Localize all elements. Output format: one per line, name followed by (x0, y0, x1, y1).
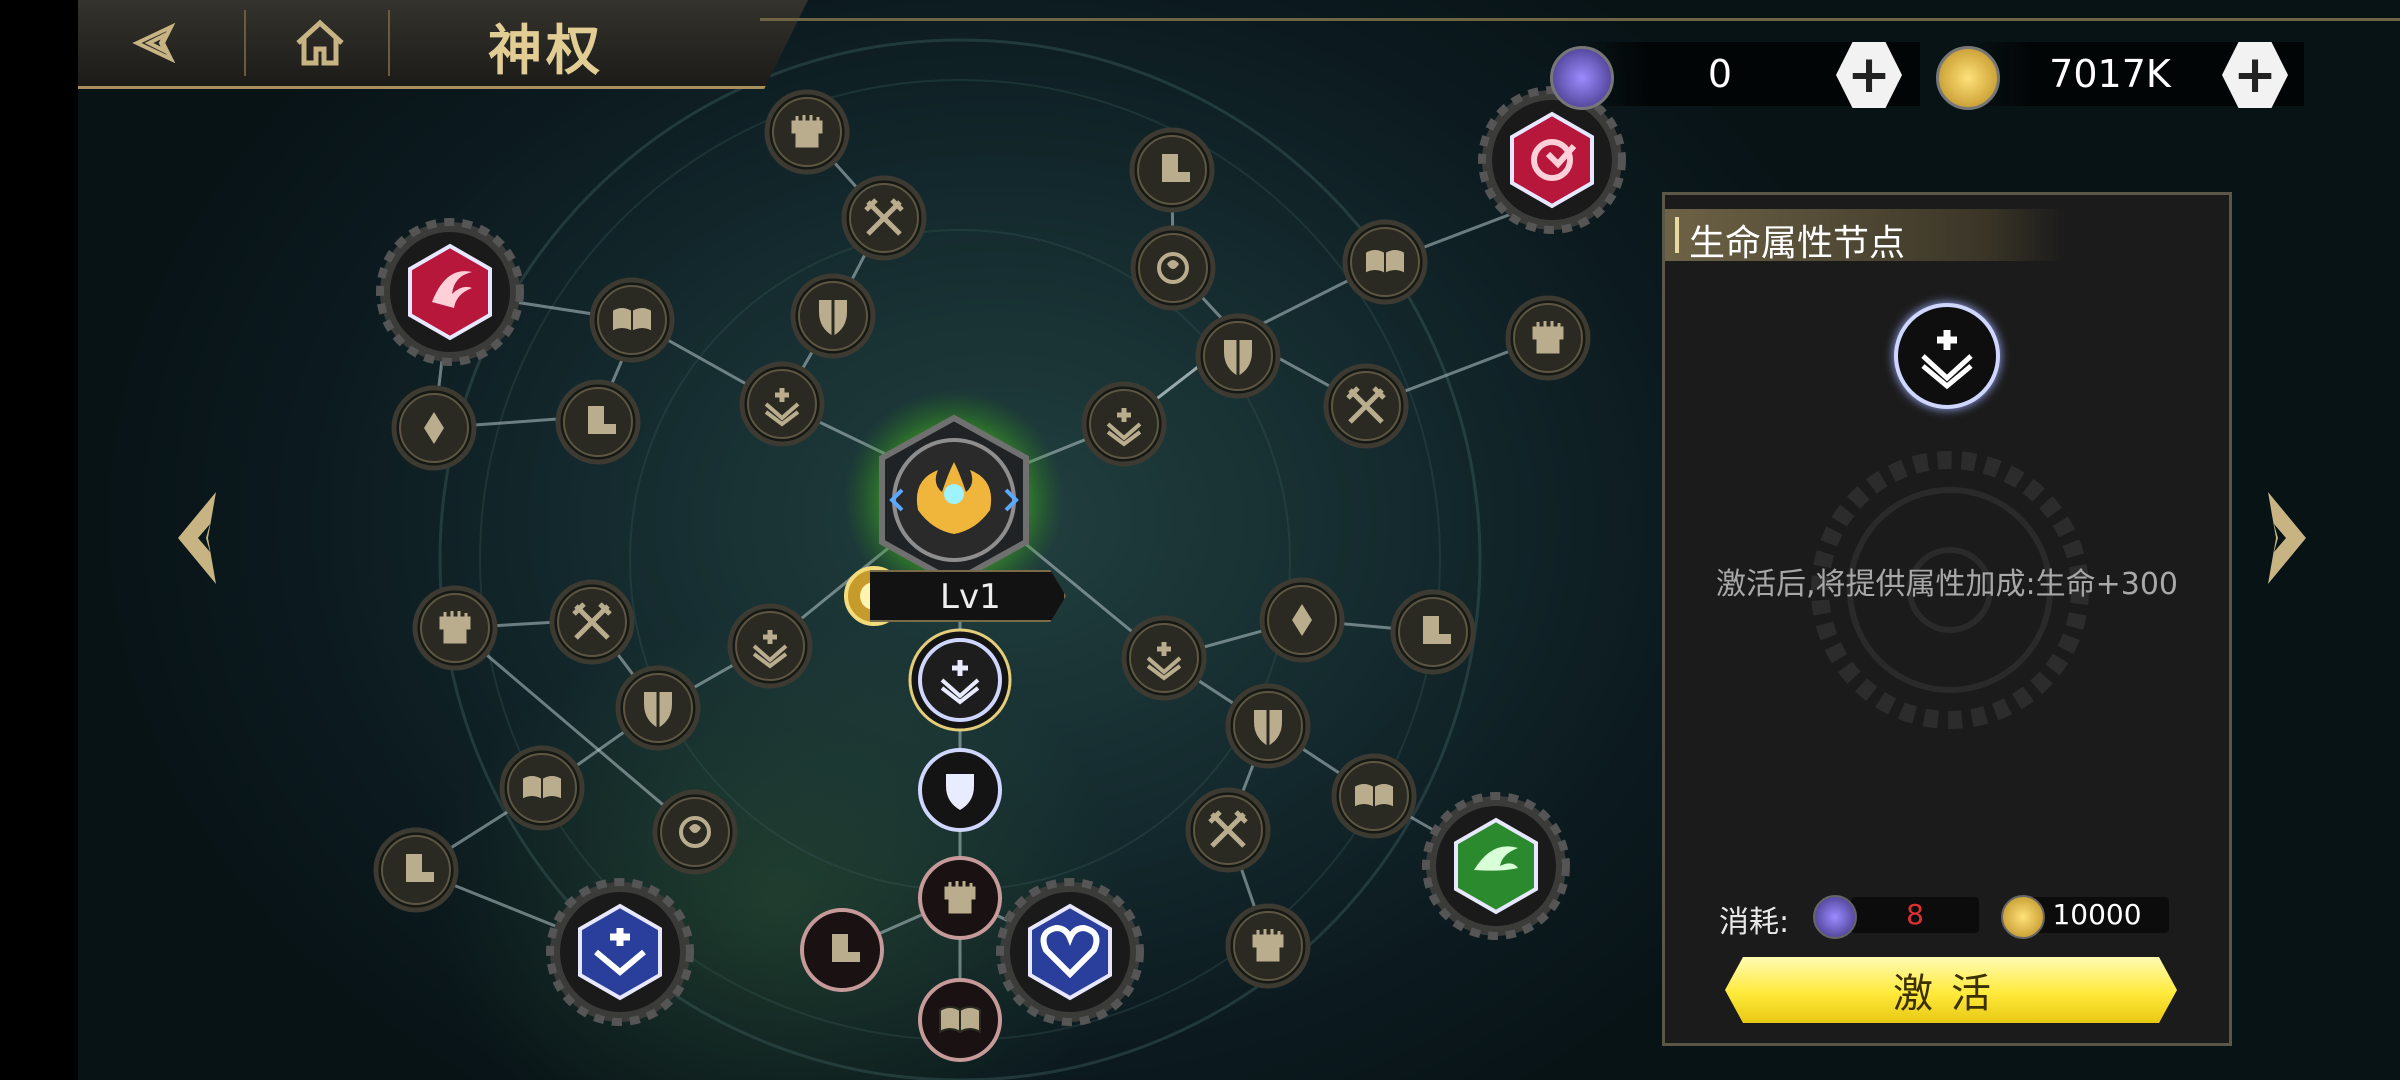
node-diamond (1262, 580, 1342, 660)
node-shield (1198, 316, 1278, 396)
top-divider (760, 18, 2400, 21)
node-fist (415, 588, 495, 668)
node-fist-active (918, 856, 1002, 940)
node-shield (1228, 686, 1308, 766)
node-swords (552, 582, 632, 662)
node-boot (1132, 130, 1212, 210)
node-fist (1228, 906, 1308, 986)
node-plus-selected (908, 628, 1012, 732)
panel-title: 生命属性节点 (1689, 223, 1906, 264)
node-shield (793, 276, 873, 356)
node-diamond (394, 388, 474, 468)
node-swords (844, 178, 924, 258)
back-button[interactable] (120, 8, 200, 78)
node-book (1334, 756, 1414, 836)
node-fist (1508, 298, 1588, 378)
gold-amount: 7017K (2049, 52, 2171, 96)
gold-coin-icon (2001, 895, 2045, 939)
node-description: 激活后,将提供属性加成:生命+300 (1715, 567, 2179, 602)
key-node-red-wing (380, 222, 520, 362)
node-book (1345, 222, 1425, 302)
home-icon (296, 19, 344, 66)
header-accent (1675, 217, 1679, 253)
node-shield-active (918, 748, 1002, 832)
node-rose (1133, 228, 1213, 308)
node-boot (558, 382, 638, 462)
heart-plus-icon (1921, 330, 1973, 390)
level-label: Lv1 (870, 570, 1066, 622)
node-plus (1084, 384, 1164, 464)
node-book (592, 280, 672, 360)
prev-page-arrow-icon[interactable] (172, 488, 222, 588)
crystal-cost: 8 (1851, 897, 1979, 933)
key-node-blue-plus (550, 882, 690, 1022)
key-node-green-wing (1426, 796, 1566, 936)
node-shield (618, 668, 698, 748)
crystal-icon (1550, 46, 1614, 110)
node-plus (1124, 618, 1204, 698)
separator (388, 10, 390, 76)
panel-header: 生命属性节点 (1665, 209, 2065, 264)
node-book (502, 748, 582, 828)
page-title: 神权 (488, 18, 604, 82)
activate-button[interactable]: 激活 (1725, 957, 2177, 1023)
selected-node-icon (1894, 303, 2000, 409)
node-info-panel: 生命属性节点 激活后,将提供属性加成:生命+300 消耗: 8 10000 激活 (1662, 192, 2232, 1046)
key-node-blue-heart (1000, 882, 1140, 1022)
node-book-active (918, 978, 1002, 1062)
node-boot (376, 830, 456, 910)
node-swords (1326, 366, 1406, 446)
cost-label: 消耗: (1719, 905, 1790, 940)
next-page-arrow-icon[interactable] (2262, 488, 2312, 588)
node-boot (1393, 592, 1473, 672)
crystal-icon (1813, 895, 1857, 939)
home-button[interactable] (282, 8, 358, 78)
node-plus (742, 364, 822, 444)
node-rose (655, 792, 735, 872)
gold-cost: 10000 (2025, 897, 2169, 933)
back-arrow-icon (132, 23, 176, 63)
gold-coin-icon (1936, 46, 2000, 110)
node-plus (730, 606, 810, 686)
separator (244, 10, 246, 76)
node-swords (1188, 790, 1268, 870)
node-boot-active (800, 908, 884, 992)
node-fist (767, 92, 847, 172)
crystal-amount: 0 (1707, 52, 1733, 96)
key-node-red-return (1482, 90, 1622, 230)
